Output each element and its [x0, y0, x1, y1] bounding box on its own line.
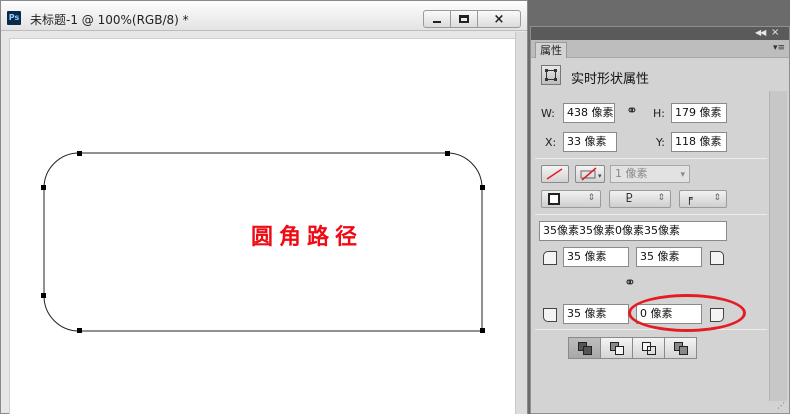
combine-shapes-button[interactable]: [568, 337, 601, 359]
corner-bottom-left-field[interactable]: 35 像素: [563, 304, 629, 324]
stroke-join-icon: ╒: [686, 192, 693, 205]
panel-scrollbar[interactable]: [769, 91, 787, 401]
updown-icon: ⇕: [713, 193, 721, 203]
svg-text:▾: ▾: [598, 172, 602, 180]
anchor-point[interactable]: [445, 151, 450, 156]
x-field[interactable]: 33 像素: [563, 132, 617, 152]
panel-header: 实时形状属性: [541, 65, 781, 89]
panel-dock-bar[interactable]: ◀◀ ×: [531, 27, 789, 40]
anchor-point[interactable]: [77, 328, 82, 333]
panel-title: 实时形状属性: [571, 72, 650, 87]
subtract-shape-button[interactable]: [600, 337, 633, 359]
document-window: Ps 未标题-1 @ 100%(RGB/8) * × 圆角路径: [0, 0, 528, 414]
resize-grip-icon[interactable]: ⋰: [777, 401, 785, 410]
stroke-align-dropdown[interactable]: ⇕: [541, 190, 601, 208]
anchor-point[interactable]: [41, 293, 46, 298]
panel-menu-icon[interactable]: ▾≡: [773, 43, 785, 53]
fill-swatch[interactable]: [541, 165, 569, 183]
anchor-point[interactable]: [480, 328, 485, 333]
stroke-swatch[interactable]: ▾: [575, 165, 605, 183]
h-label: H:: [653, 107, 665, 120]
anchor-point[interactable]: [41, 185, 46, 190]
anchor-point[interactable]: [480, 185, 485, 190]
separator: [535, 329, 767, 330]
live-shape-icon: [541, 65, 561, 85]
updown-icon: ⇕: [657, 193, 665, 203]
corner-radius-summary[interactable]: 35像素35像素0像素35像素: [539, 221, 727, 241]
stroke-join-dropdown[interactable]: ╒ ⇕: [679, 190, 727, 208]
stroke-cap-dropdown[interactable]: Ⴒ ⇕: [609, 190, 671, 208]
separator: [535, 214, 767, 215]
w-label: W:: [541, 107, 555, 120]
link-dimensions-icon[interactable]: ⚭: [626, 103, 638, 119]
highlight-ellipse: [628, 294, 746, 332]
corner-bottom-left-icon: [543, 308, 557, 322]
width-field[interactable]: 438 像素: [563, 103, 615, 123]
corner-top-left-icon: [543, 251, 557, 265]
y-label: Y:: [656, 136, 665, 149]
height-field[interactable]: 179 像素: [671, 103, 727, 123]
collapse-icon[interactable]: ◀◀: [755, 28, 766, 37]
tab-properties[interactable]: 属性: [535, 42, 567, 58]
x-label: X:: [545, 136, 557, 149]
separator: [535, 158, 767, 159]
y-field[interactable]: 118 像素: [671, 132, 727, 152]
rounded-rect-path[interactable]: [1, 1, 529, 414]
anchor-point[interactable]: [77, 151, 82, 156]
path-operations: [568, 337, 699, 359]
corner-top-left-field[interactable]: 35 像素: [563, 247, 629, 267]
properties-panel: ◀◀ × 属性 ▾≡ 实时形状属性 W: 438 像素 ⚭ H: 179 像素 …: [530, 26, 790, 414]
chevron-down-icon: ▾: [680, 170, 685, 180]
canvas-text: 圆角路径: [251, 225, 364, 250]
link-corners-icon[interactable]: ⚭: [624, 275, 636, 291]
stroke-align-icon: [548, 193, 560, 205]
exclude-overlap-button[interactable]: [664, 337, 697, 359]
updown-icon: ⇕: [587, 193, 595, 203]
stroke-cap-icon: Ⴒ: [626, 192, 633, 205]
panel-close-icon[interactable]: ×: [771, 27, 779, 38]
stroke-none-icon: ▾: [580, 167, 602, 181]
stroke-width-value: 1 像素: [615, 167, 648, 180]
fill-none-icon: [546, 168, 563, 180]
stroke-width-field[interactable]: 1 像素 ▾: [610, 165, 690, 183]
panel-tab-row: 属性 ▾≡: [531, 40, 789, 58]
intersect-shape-button[interactable]: [632, 337, 665, 359]
corner-top-right-field[interactable]: 35 像素: [636, 247, 702, 267]
corner-top-right-icon: [710, 251, 724, 265]
